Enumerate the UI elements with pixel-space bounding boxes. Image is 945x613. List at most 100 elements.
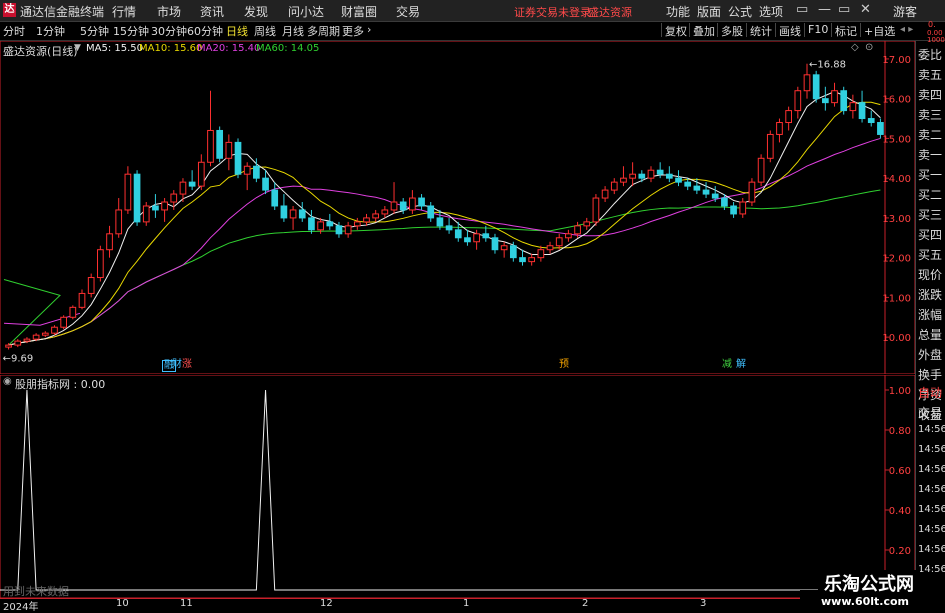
high-price-label: ←16.88 xyxy=(809,60,846,71)
candle[interactable] xyxy=(60,315,67,330)
chevron-right-icon[interactable]: › xyxy=(367,23,371,36)
x-label-2024: 2024年 xyxy=(3,602,39,613)
y-tick-label: 14.00 xyxy=(882,174,911,185)
event-tag-jie[interactable]: 解 xyxy=(736,360,746,370)
trade-label-0[interactable]: 自动 xyxy=(918,384,942,401)
candle[interactable] xyxy=(97,245,104,282)
diamond-icon[interactable]: ◇ xyxy=(851,42,859,53)
candle[interactable] xyxy=(51,325,58,336)
x-label-11: 11 xyxy=(180,598,193,609)
add-watchlist-button[interactable]: +自选 xyxy=(860,23,895,38)
period-30min[interactable]: 30分钟 xyxy=(151,23,187,39)
event-tag-cai[interactable]: 财 xyxy=(172,360,182,370)
candle[interactable] xyxy=(840,86,848,115)
period-weekly[interactable]: 周线 xyxy=(254,23,276,39)
menu-shichang[interactable]: 市场 xyxy=(157,3,181,20)
menu-caifuquan[interactable]: 财富圈 xyxy=(341,3,377,20)
period-60min[interactable]: 60分钟 xyxy=(187,23,223,39)
period-more[interactable]: 更多 xyxy=(342,23,364,39)
candle[interactable] xyxy=(812,70,820,103)
restore-icon[interactable]: ▭ xyxy=(838,2,850,17)
menu-gongneng[interactable]: 功能 xyxy=(666,3,690,20)
broker-name[interactable]: 盛达资源 xyxy=(588,4,632,20)
price-panel[interactable]: 17.00 16.00 15.00 14.00 13.00 12.00 11.00 10.00… xyxy=(0,40,916,375)
user-icon[interactable]: ▭ xyxy=(796,2,808,17)
candle-body xyxy=(785,110,792,124)
quote-label-14: 总量 xyxy=(918,328,943,342)
menu-banmian[interactable]: 版面 xyxy=(697,3,721,20)
menu-zixun[interactable]: 资讯 xyxy=(200,3,224,20)
indicator-frame xyxy=(0,374,916,599)
menu-xuanxiang[interactable]: 选项 xyxy=(759,3,783,20)
menu-faxian[interactable]: 发现 xyxy=(244,3,268,20)
candle[interactable] xyxy=(87,273,95,298)
period-15min[interactable]: 15分钟 xyxy=(113,23,149,39)
event-tag-zhang[interactable]: 涨 xyxy=(182,360,192,370)
ma20-label: MA20: 15.40 xyxy=(197,43,261,54)
indicator-title: 股朋指标网 : 0.00 xyxy=(15,378,106,391)
candle[interactable] xyxy=(757,154,765,187)
guest-button[interactable]: 游客 xyxy=(893,3,917,20)
period-5min[interactable]: 5分钟 xyxy=(80,23,109,39)
f10-button[interactable]: F10 xyxy=(804,23,828,37)
close-icon[interactable]: ✕ xyxy=(860,2,871,17)
quote-label-3: 卖三 xyxy=(918,108,943,122)
ind-tick-label: 0.60 xyxy=(889,466,911,477)
event-tag-jian[interactable]: 减 xyxy=(722,360,732,370)
login-warning[interactable]: 证券交易未登录 xyxy=(514,4,591,20)
menu-gongshi[interactable]: 公式 xyxy=(728,3,752,20)
candle-body xyxy=(840,90,848,112)
candle-body xyxy=(161,201,168,211)
candle-body xyxy=(601,189,609,199)
candle-body xyxy=(629,173,636,179)
candle-body xyxy=(500,245,508,251)
candle[interactable] xyxy=(592,194,600,226)
candle-body xyxy=(234,141,242,175)
candle[interactable] xyxy=(142,202,150,226)
minimize-icon[interactable]: — xyxy=(818,2,831,17)
candle-body xyxy=(464,237,471,243)
indicator-settings-icon[interactable]: ◉ xyxy=(3,376,12,387)
quote-label-11: 现价 xyxy=(918,268,943,282)
candle[interactable] xyxy=(216,126,224,163)
period-multi[interactable]: 多周期 xyxy=(307,23,340,39)
candle[interactable] xyxy=(766,130,774,163)
candle-body xyxy=(152,205,159,211)
indicator-chart[interactable]: 1.00 0.80 0.60 0.40 0.20 xyxy=(0,374,916,599)
y-tick-label: 11.00 xyxy=(882,293,911,304)
candle-body xyxy=(409,197,416,211)
toolbar-arrows-icon[interactable]: ◂ ▸ xyxy=(900,24,913,35)
menu-hangqing[interactable]: 行情 xyxy=(112,3,136,20)
fuquan-button[interactable]: 复权 xyxy=(661,23,687,38)
candle[interactable] xyxy=(748,178,756,206)
draw-line-button[interactable]: 画线 xyxy=(775,23,801,38)
trade-label-1[interactable]: 交易 xyxy=(918,404,942,421)
period-1min[interactable]: 1分钟 xyxy=(36,23,65,39)
expand-icon[interactable]: ⊙ xyxy=(865,42,873,53)
period-monthly[interactable]: 月线 xyxy=(282,23,304,39)
period-fenshi[interactable]: 分时 xyxy=(3,23,25,39)
menu-jiaoyi[interactable]: 交易 xyxy=(396,3,420,20)
candle[interactable] xyxy=(69,305,77,320)
candle-body xyxy=(546,245,554,251)
candle-body xyxy=(610,181,618,191)
kline-chart[interactable]: 17.00 16.00 15.00 14.00 13.00 12.00 11.00 10.00… xyxy=(0,40,916,375)
candle[interactable] xyxy=(133,170,141,226)
app-title: 通达信金融终端 xyxy=(20,5,105,19)
candle-body xyxy=(730,205,737,215)
menu-wenxiaoda[interactable]: 问小达 xyxy=(288,3,324,20)
quote-label-9: 买四 xyxy=(918,228,943,242)
candle-body xyxy=(372,213,380,219)
period-daily[interactable]: 日线 xyxy=(226,23,248,39)
x-label-2: 2 xyxy=(582,598,589,609)
multi-stock-button[interactable]: 多股 xyxy=(717,23,743,38)
indicator-panel[interactable]: 1.00 0.80 0.60 0.40 0.20 xyxy=(0,374,916,599)
candle[interactable] xyxy=(234,138,242,179)
mark-button[interactable]: 标记 xyxy=(831,23,857,38)
candle-body xyxy=(97,249,104,279)
dropdown-icon[interactable]: ▼ xyxy=(74,43,81,53)
event-tag-yu[interactable]: 预 xyxy=(559,360,569,370)
stats-button[interactable]: 统计 xyxy=(746,23,772,38)
overlay-button[interactable]: 叠加 xyxy=(689,23,715,38)
y-tick-label: 13.00 xyxy=(882,214,911,225)
